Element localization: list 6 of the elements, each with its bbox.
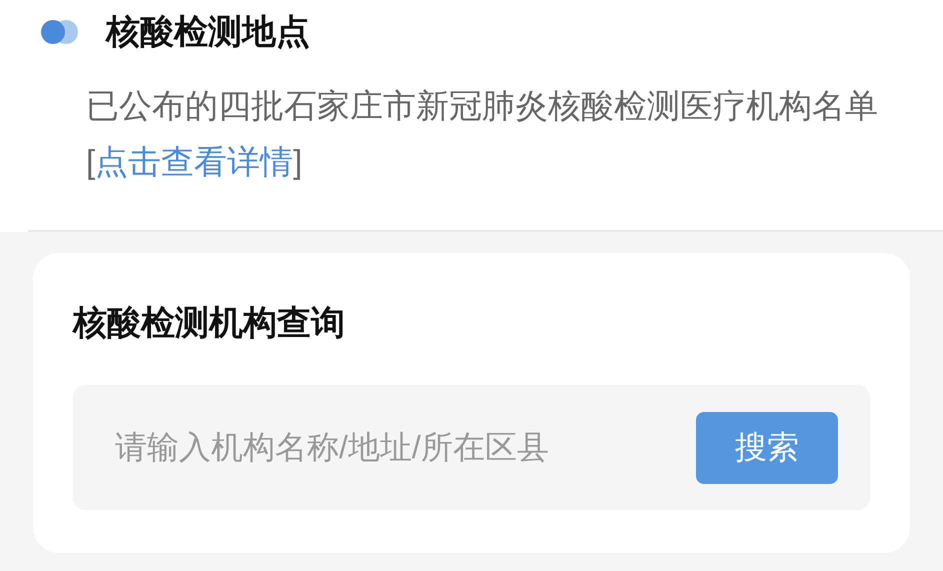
section-title: 核酸检测地点 bbox=[106, 12, 310, 53]
search-button[interactable]: 搜索 bbox=[696, 412, 838, 484]
details-link[interactable]: 点击查看详情 bbox=[95, 143, 294, 180]
card-title: 核酸检测机构查询 bbox=[73, 303, 346, 344]
search-field[interactable]: 请输入机构名称/地址/所在区县 搜索 bbox=[73, 385, 870, 510]
notice-text: 已公布的四批石家庄市新冠肺炎核酸检测医疗机构名单[点击查看详情] bbox=[86, 86, 879, 182]
